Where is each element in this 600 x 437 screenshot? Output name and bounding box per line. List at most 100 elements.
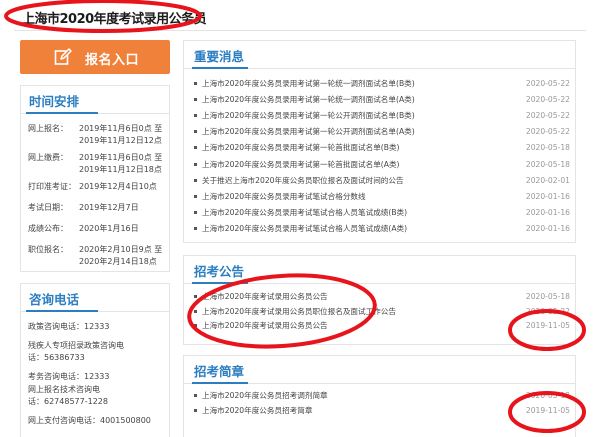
register-button[interactable]: 报名入口 — [20, 40, 170, 74]
news-item-date: 2020-05-18 — [525, 143, 570, 153]
schedule-value: 2019年12月7日 — [79, 203, 139, 212]
guide-item[interactable]: 上海市2020年度公务员招考调剂简章 2020-05-18 — [194, 389, 570, 402]
contact-line: ... — [28, 433, 36, 437]
schedule-label: 网上报名： — [28, 124, 68, 133]
news-panel: 重要消息 上海市2020年度公务员录用考试第一轮统一调剂面试名单(B类) 2020… — [183, 40, 576, 243]
contact-line: 网上报名技术咨询电 — [28, 385, 100, 394]
contact-line: 残疾人专项招录政策咨询电 — [28, 341, 124, 350]
schedule-title-underline — [26, 112, 98, 114]
schedule-label: 职位报名： — [28, 245, 68, 254]
bullet-icon — [194, 162, 197, 166]
announcements-item[interactable]: 上海市2020年度考试录用公务员职位报名及面试工作公告 2020-05-22 — [194, 305, 570, 318]
news-item[interactable]: 上海市2020年度公务员录用考试第一轮统一调剂面试名单(B类) 2020-05-2… — [194, 77, 570, 90]
schedule-panel: 时间安排 网上报名： 2019年11月6日0点 至 2019年11月12日12点网上… — [20, 85, 170, 272]
contact-line: 网上支付咨询电话：4001500800 — [28, 416, 151, 425]
bullet-icon — [194, 194, 197, 198]
announcements-item-link[interactable]: 上海市2020年度考试录用公务员职位报名及面试工作公告 — [202, 305, 396, 318]
contact-line: 话：62748577-1228 — [28, 397, 108, 406]
news-title: 重要消息 — [194, 49, 245, 64]
schedule-title: 时间安排 — [29, 94, 80, 109]
announcements-item-link[interactable]: 上海市2020年度考试录用公务员公告 — [202, 290, 328, 303]
bullet-icon — [194, 226, 197, 230]
bullet-icon — [194, 114, 197, 118]
news-item[interactable]: 上海市2020年度公务员录用考试第一轮首批面试名单(B类) 2020-05-18 — [194, 141, 570, 154]
news-item-link[interactable]: 上海市2020年度公务员录用考试笔试合格人员笔试成绩(B类) — [202, 206, 407, 219]
contact-line: 政策咨询电话：12333 — [28, 322, 110, 331]
bullet-icon — [194, 98, 197, 102]
guide-title: 招考简章 — [194, 364, 245, 379]
contact-title: 咨询电话 — [29, 292, 80, 307]
guide-item-date: 2020-05-18 — [525, 391, 570, 400]
bullet-icon — [194, 178, 197, 182]
news-item-link[interactable]: 上海市2020年度公务员录用考试第一轮统一调剂面试名单(B类) — [202, 77, 415, 90]
news-item-date: 2020-05-22 — [525, 127, 570, 137]
news-item[interactable]: 上海市2020年度公务员录用考试第一轮公开调剂面试名单(B类) 2020-05-2… — [194, 109, 570, 122]
news-item-date: 2020-05-22 — [525, 95, 570, 105]
announcements-item-date: 2020-05-18 — [525, 292, 570, 301]
schedule-label: 打印准考证： — [28, 182, 76, 191]
announcements-title-underline — [192, 282, 248, 284]
schedule-value: 2019年12月4日10点 — [79, 182, 157, 191]
news-item-date: 2020-01-16 — [525, 207, 570, 217]
news-item[interactable]: 上海市2020年度公务员录用考试第一轮统一调剂面试名单(A类) 2020-05-2… — [194, 93, 570, 106]
news-item[interactable]: 上海市2020年度公务员录用考试笔试合格人员笔试成绩(B类) 2020-01-16 — [194, 206, 570, 219]
bullet-icon — [194, 82, 197, 85]
news-item[interactable]: 上海市2020年度公务员录用考试第一轮首批面试名单(A类) 2020-05-18 — [194, 158, 570, 171]
news-item-date: 2020-01-16 — [525, 223, 570, 233]
news-item[interactable]: 上海市2020年度公务员录用考试第一轮公开调剂面试名单(A类) 2020-05-2… — [194, 125, 570, 138]
news-item[interactable]: 上海市2020年度公务员录用考试笔试合格分数线 2020-01-16 — [194, 190, 570, 203]
bullet-icon — [194, 146, 197, 150]
bullet-icon — [194, 130, 197, 134]
page-title: 上海市2020年度考试录用公务员 — [22, 12, 207, 27]
news-title-underline — [192, 67, 248, 69]
schedule-value: 2020年2月14日18点 — [79, 257, 157, 266]
title-divider — [14, 30, 586, 31]
news-item[interactable]: 关于推迟上海市2020年度公务员职位报名及面试时间的公告 2020-02-01 — [194, 174, 570, 187]
edit-icon — [54, 48, 72, 65]
announcements-title: 招考公告 — [194, 264, 245, 279]
news-item-date: 2020-02-01 — [525, 175, 570, 185]
news-item-link[interactable]: 上海市2020年度公务员录用考试第一轮首批面试名单(B类) — [202, 141, 400, 154]
news-item-date: 2020-05-22 — [525, 111, 570, 121]
contact-line: 话：56386733 — [28, 353, 85, 362]
schedule-label: 成绩公布： — [28, 224, 68, 233]
contact-title-underline — [26, 310, 98, 312]
news-item-link[interactable]: 上海市2020年度公务员录用考试第一轮公开调剂面试名单(B类) — [202, 109, 415, 122]
guide-item-date: 2019-11-05 — [525, 405, 570, 415]
bullet-icon — [194, 408, 197, 412]
announcements-item[interactable]: 上海市2020年度考试录用公务员公告 2020-05-18 — [194, 290, 570, 303]
guide-item-link[interactable]: 上海市2020年度公务员招考简章 — [202, 404, 312, 417]
news-item-link[interactable]: 上海市2020年度公务员录用考试笔试合格人员笔试成绩(A类) — [202, 222, 407, 235]
bullet-icon — [194, 210, 197, 214]
news-item-link[interactable]: 上海市2020年度公务员录用考试笔试合格分数线 — [202, 190, 366, 203]
bullet-icon — [194, 394, 197, 397]
news-item[interactable]: 上海市2020年度公务员录用考试笔试合格人员笔试成绩(A类) 2020-01-16 — [194, 222, 570, 235]
news-item-link[interactable]: 上海市2020年度公务员录用考试第一轮公开调剂面试名单(A类) — [202, 125, 415, 138]
news-item-link[interactable]: 关于推迟上海市2020年度公务员职位报名及面试时间的公告 — [202, 174, 404, 187]
schedule-value: 2019年11月6日0点 至 — [79, 124, 163, 133]
announcements-item-date: 2020-05-22 — [525, 306, 570, 316]
schedule-value: 2020年1月16日 — [79, 224, 139, 233]
news-item-date: 2020-05-22 — [525, 79, 570, 88]
announcements-item-date: 2019-11-05 — [525, 321, 570, 330]
register-button-label: 报名入口 — [85, 53, 140, 68]
news-item-date: 2020-05-18 — [525, 159, 570, 169]
announcements-item-link[interactable]: 上海市2020年度考试录用公务员公告 — [202, 319, 328, 332]
schedule-label: 网上缴费： — [28, 153, 68, 162]
bullet-icon — [194, 309, 197, 313]
news-item-link[interactable]: 上海市2020年度公务员录用考试第一轮首批面试名单(A类) — [202, 158, 400, 171]
bullet-icon — [194, 324, 197, 327]
schedule-value: 2019年11月12日12点 — [79, 136, 162, 145]
schedule-value: 2020年2月10日9点 至 — [79, 245, 163, 254]
schedule-value: 2019年11月12日18点 — [79, 165, 162, 174]
announcements-panel: 招考公告 上海市2020年度考试录用公务员公告 2020-05-18 上海市2020… — [183, 255, 576, 345]
guide-item[interactable]: 上海市2020年度公务员招考简章 2019-11-05 — [194, 404, 570, 417]
news-item-link[interactable]: 上海市2020年度公务员录用考试第一轮统一调剂面试名单(A类) — [202, 93, 415, 106]
schedule-label: 考试日期： — [28, 203, 68, 212]
contact-line: 考务咨询电话：12333 — [28, 372, 110, 381]
contact-panel: 咨询电话 政策咨询电话：12333 残疾人专项招录政策咨询电 话：56386733 考… — [20, 283, 170, 437]
schedule-value: 2019年11月6日0点 至 — [79, 153, 163, 162]
guide-panel: 招考简章 上海市2020年度公务员招考调剂简章 2020-05-18 上海市2020… — [183, 355, 576, 437]
guide-item-link[interactable]: 上海市2020年度公务员招考调剂简章 — [202, 389, 328, 402]
announcements-item[interactable]: 上海市2020年度考试录用公务员公告 2019-11-05 — [194, 319, 570, 332]
